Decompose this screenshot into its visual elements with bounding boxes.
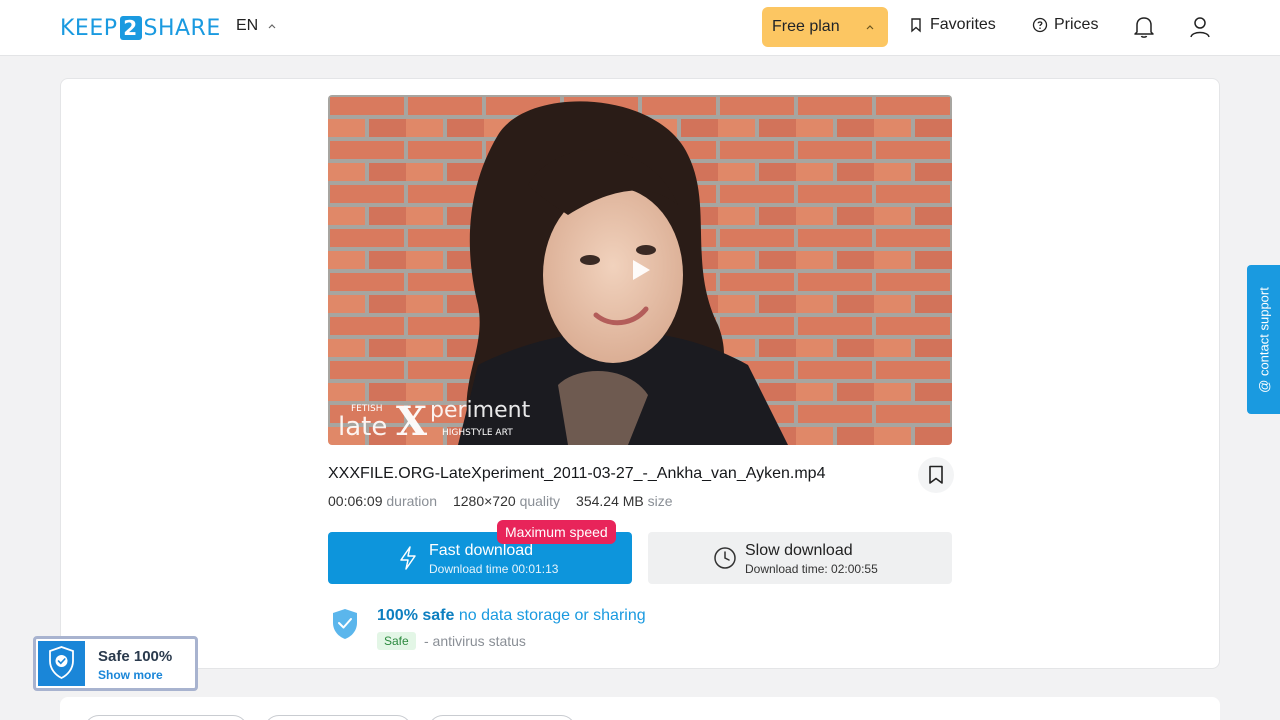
shield-check-icon [49, 646, 74, 680]
notifications-button[interactable] [1132, 14, 1156, 40]
shield-box [38, 641, 85, 686]
bell-icon [1134, 17, 1154, 38]
antivirus-status-label: - antivirus status [424, 633, 526, 649]
question-circle-icon [1032, 17, 1048, 33]
chevron-up-icon [866, 25, 874, 30]
shield-check-icon [333, 609, 357, 639]
account-button[interactable] [1188, 14, 1212, 40]
slow-download-time: Download time: 02:00:55 [745, 562, 878, 576]
play-icon[interactable] [630, 258, 652, 282]
free-plan-button[interactable]: Free plan [762, 7, 888, 47]
antivirus-status-badge: Safe [377, 632, 416, 650]
safety-rest: no data storage or sharing [458, 607, 646, 624]
quality-value: 1280×720 [452, 493, 516, 509]
safety-strong: 100% safe [377, 607, 455, 624]
favorites-label: Favorites [930, 16, 996, 33]
secondary-card [60, 697, 1220, 720]
video-preview[interactable]: FETISH late X periment HIGHSTYLE ART [328, 95, 952, 445]
prices-link[interactable]: Prices [1032, 16, 1098, 34]
fast-download-title: Fast download [429, 542, 534, 559]
tab-pill[interactable] [84, 715, 248, 720]
bookmark-icon [929, 465, 943, 484]
watermark-rest: periment [430, 398, 531, 423]
lightning-icon [400, 546, 416, 570]
duration-value: 00:06:09 [328, 493, 383, 509]
size-value: 354.24 MB [576, 493, 644, 509]
slow-download-button[interactable]: Slow download Download time: 02:00:55 [648, 532, 952, 584]
user-icon [1190, 17, 1210, 38]
watermark-x: X [396, 398, 427, 445]
maximum-speed-badge: Maximum speed [497, 520, 616, 544]
clock-icon [714, 547, 736, 569]
fast-download-time: Download time 00:01:13 [429, 562, 559, 576]
slow-download-title: Slow download [745, 542, 853, 559]
safety-statement: 100% safe no data storage or sharing [377, 607, 646, 625]
quality-label: quality [519, 493, 561, 509]
contact-support-tab[interactable]: @ contact support [1247, 265, 1280, 414]
safe-widget-title: Safe 100% [98, 648, 173, 665]
quality-meta: 1280×720 quality [453, 493, 560, 509]
add-to-favorites-button[interactable] [918, 457, 954, 493]
logo-left: KEEP [60, 15, 118, 41]
free-plan-label: Free plan [772, 18, 840, 35]
logo-mid: 2 [119, 16, 142, 40]
chevron-up-icon [268, 24, 276, 29]
logo-right: SHARE [143, 15, 221, 41]
watermark-main: late [338, 412, 387, 442]
show-more-link[interactable]: Show more [98, 668, 163, 682]
favorites-link[interactable]: Favorites [908, 16, 996, 34]
safe-badge-widget[interactable]: Safe 100% Show more [33, 636, 198, 691]
language-selector[interactable]: EN [236, 17, 276, 35]
language-label: EN [236, 17, 259, 34]
size-meta: 354.24 MB size [576, 493, 673, 509]
size-label: size [647, 493, 673, 509]
watermark-tag: HIGHSTYLE ART [442, 428, 513, 438]
top-header: KEEP 2 SHARE EN Free plan Favorites Prices [0, 0, 1280, 56]
tab-pill[interactable] [264, 715, 412, 720]
duration-meta: 00:06:09 duration [328, 493, 437, 509]
bookmark-icon [911, 18, 921, 33]
file-name: XXXFILE.ORG-LateXperiment_2011-03-27_-_A… [328, 465, 826, 482]
keep2share-logo[interactable]: KEEP 2 SHARE [60, 15, 221, 41]
tab-pill[interactable] [428, 715, 576, 720]
duration-label: duration [386, 493, 437, 509]
file-meta: 00:06:09 duration 1280×720 quality 354.2… [328, 493, 673, 509]
contact-support-label: @ contact support [1256, 286, 1271, 393]
prices-label: Prices [1054, 16, 1099, 33]
